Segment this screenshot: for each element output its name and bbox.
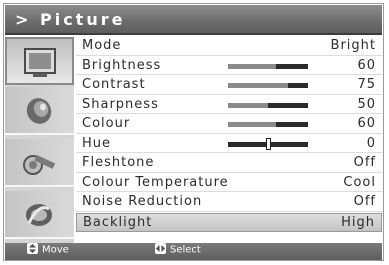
sidebar xyxy=(5,37,74,243)
menu-item-hue[interactable]: Hue 0 xyxy=(76,135,382,153)
menu-item-value: 0 xyxy=(366,135,376,151)
sidebar-item-picture[interactable] xyxy=(5,37,74,85)
menu-item-label: Fleshtone xyxy=(82,155,155,170)
select-hint: Select xyxy=(155,243,201,256)
slider-fill xyxy=(228,102,268,108)
menu-item-value: Cool xyxy=(343,174,376,190)
menu-item-contrast[interactable]: Contrast 75 xyxy=(76,76,382,95)
hue-slider[interactable] xyxy=(228,137,308,150)
brightness-slider[interactable] xyxy=(228,63,308,69)
slider-fill xyxy=(228,122,276,127)
colour-slider[interactable] xyxy=(228,122,308,127)
updown-arrows-icon xyxy=(27,243,38,254)
menu-item-label: Colour Temperature xyxy=(82,174,229,190)
move-label: Move xyxy=(42,244,69,256)
menu-item-brightness[interactable]: Brightness 60 xyxy=(76,57,382,75)
menu-item-colour[interactable]: Colour 60 xyxy=(76,115,382,134)
leftright-arrows-icon xyxy=(155,243,166,254)
menu-item-value: 75 xyxy=(357,77,376,92)
select-label: Select xyxy=(170,244,201,256)
setup-icon xyxy=(23,155,56,175)
feature-icon xyxy=(26,204,52,226)
move-hint: Move xyxy=(27,243,69,256)
picture-icon xyxy=(24,48,56,77)
title-bar: > Picture xyxy=(5,5,382,35)
menu-item-value: High xyxy=(341,214,375,230)
menu-item-value: 60 xyxy=(357,57,376,73)
menu-item-value: Bright xyxy=(330,38,376,53)
menu-item-noise-reduction[interactable]: Noise Reduction Off xyxy=(76,193,382,212)
menu-item-label: Backlight xyxy=(83,214,153,230)
picture-menu: Mode Bright Brightness 60 Contrast 75 Sh… xyxy=(76,37,382,243)
sound-icon xyxy=(26,98,52,124)
menu-item-value: Off xyxy=(353,155,376,170)
sidebar-item-sound[interactable] xyxy=(5,87,74,135)
sharpness-slider[interactable] xyxy=(228,102,308,108)
menu-item-label: Colour xyxy=(82,116,131,131)
menu-item-label: Mode xyxy=(82,38,122,53)
page-title: > Picture xyxy=(15,10,126,29)
menu-item-fleshtone[interactable]: Fleshtone Off xyxy=(76,154,382,173)
menu-item-label: Brightness xyxy=(82,57,162,73)
slider-fill xyxy=(228,63,276,69)
slider-fill xyxy=(228,83,288,88)
contrast-slider[interactable] xyxy=(228,83,308,88)
menu-item-label: Sharpness xyxy=(82,96,159,112)
menu-item-label: Noise Reduction xyxy=(82,194,203,209)
menu-item-value: 50 xyxy=(357,96,376,112)
menu-item-colour-temperature[interactable]: Colour Temperature Cool xyxy=(76,174,382,192)
menu-item-backlight[interactable]: Backlight High xyxy=(76,212,382,232)
menu-item-label: Contrast xyxy=(82,77,146,92)
hue-marker[interactable] xyxy=(265,137,271,150)
menu-item-sharpness[interactable]: Sharpness 50 xyxy=(76,96,382,114)
menu-item-value: 60 xyxy=(357,116,376,131)
sidebar-item-setup[interactable] xyxy=(5,139,74,187)
menu-item-mode[interactable]: Mode Bright xyxy=(76,37,382,56)
footer-hint-bar: Move Select xyxy=(5,243,382,260)
menu-item-value: Off xyxy=(353,194,376,209)
sidebar-item-feature[interactable] xyxy=(5,191,74,239)
menu-item-label: Hue xyxy=(82,135,112,151)
